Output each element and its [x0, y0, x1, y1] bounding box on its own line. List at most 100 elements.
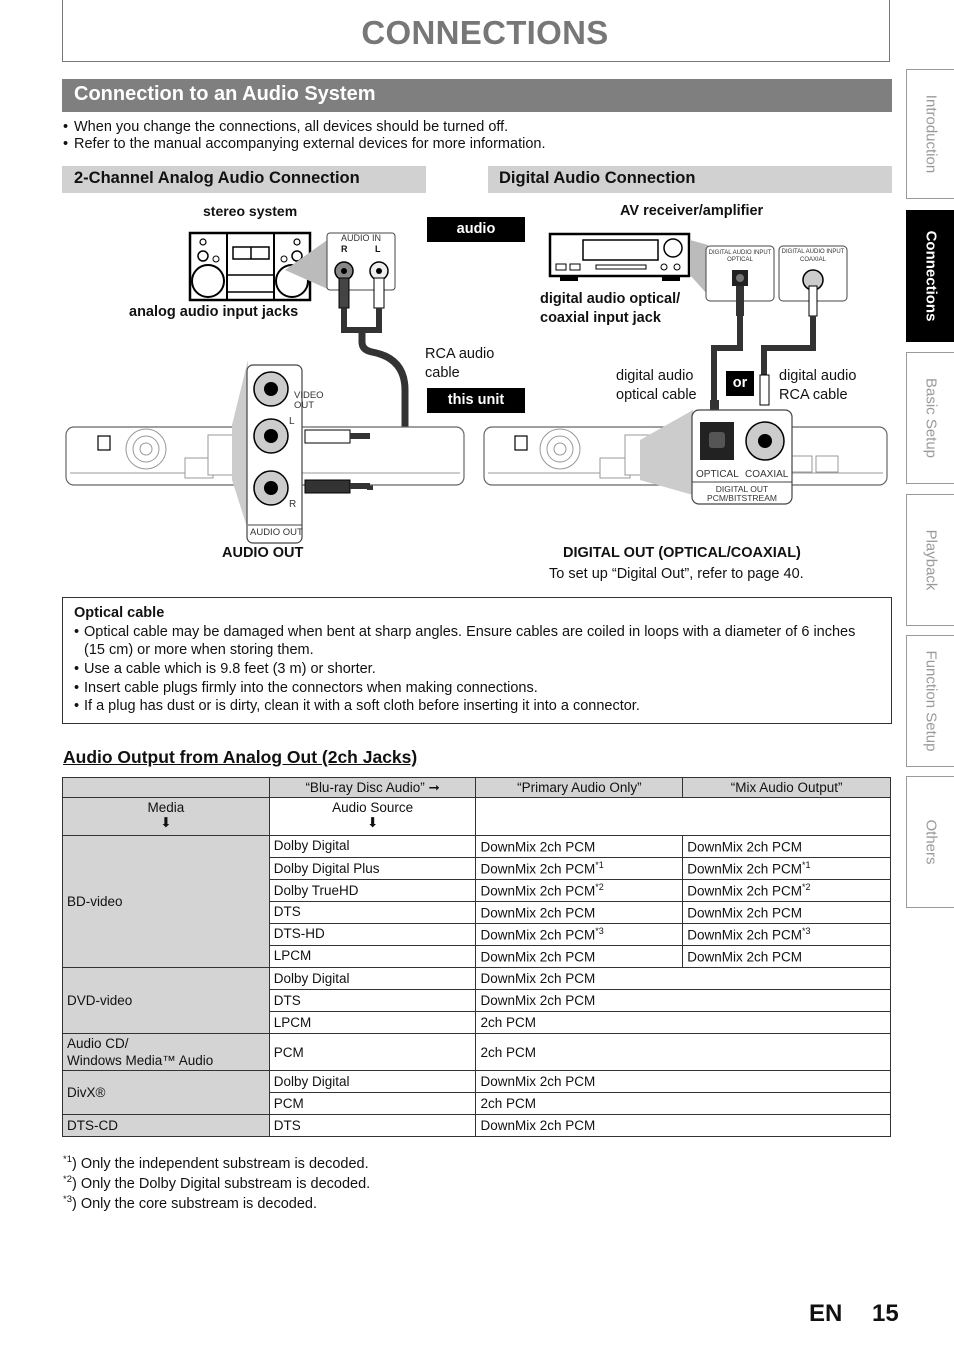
optical-note-item: • Use a cable which is 9.8 feet (3 m) or … — [74, 660, 874, 678]
down-arrow-icon: ⬇ — [160, 815, 172, 830]
panel-coaxial-label: COAXIAL — [745, 469, 789, 480]
output-cell: DownMix 2ch PCM — [475, 1114, 891, 1137]
optical-note-text: Optical cable may be damaged when bent a… — [84, 624, 856, 658]
language-code: EN — [809, 1300, 843, 1327]
source-cell: LPCM — [268, 945, 477, 968]
mix-cell: DownMix 2ch PCM*3 — [682, 923, 891, 946]
source-header: Audio Source ⬇ — [268, 797, 477, 836]
panel-digital-out-label: DIGITAL OUT PCM/BITSTREAM — [692, 485, 792, 503]
source-cell: PCM — [268, 1092, 477, 1115]
side-tab-label: Basic Setup — [922, 377, 939, 459]
output-cell: DownMix 2ch PCM — [475, 989, 891, 1012]
optical-note-text: Insert cable plugs firmly into the conne… — [84, 680, 538, 696]
digital-out-note: To set up “Digital Out”, refer to page 4… — [549, 566, 804, 582]
digital-out-label: DIGITAL OUT (OPTICAL/COAXIAL) — [563, 545, 801, 561]
subheader-blank — [475, 797, 891, 836]
side-tab-others[interactable]: Others — [906, 776, 954, 908]
media-header-text: Media — [147, 800, 185, 815]
primary-text: DownMix 2ch PCM — [480, 949, 596, 965]
optical-note-item: • Insert cable plugs firmly into the conn… — [74, 679, 874, 697]
video-out-line: OUT — [294, 400, 315, 411]
r-label: R — [341, 244, 348, 254]
source-cell: Dolby Digital — [268, 835, 477, 858]
side-tab-playback[interactable]: Playback — [906, 494, 954, 626]
primary-text: DownMix 2ch PCM — [480, 839, 596, 855]
footnote-mark: *1 — [63, 1154, 72, 1165]
primary-cell: DownMix 2ch PCM*3 — [475, 923, 684, 946]
page-title: CONNECTIONS — [361, 14, 609, 51]
stereo-system-label: stereo system — [203, 203, 298, 219]
output-cell: DownMix 2ch PCM — [475, 1070, 891, 1093]
video-out-label: VIDEO OUT — [294, 391, 324, 411]
side-tab-basic-setup[interactable]: Basic Setup — [906, 352, 954, 484]
side-tab-label: Others — [922, 819, 939, 865]
audio-out-label: AUDIO OUT — [222, 545, 304, 561]
mix-cell: DownMix 2ch PCM*2 — [682, 879, 891, 902]
side-tab-introduction[interactable]: Introduction — [906, 69, 954, 199]
media-cell: DTS-CD — [62, 1114, 270, 1137]
mix-cell: DownMix 2ch PCM — [682, 835, 891, 858]
mix-text: DownMix 2ch PCM — [687, 927, 803, 943]
digital-title: Digital Audio Connection — [499, 169, 696, 187]
table-subheader-row: Media ⬇ Audio Source ⬇ — [62, 797, 891, 836]
output-cell: 2ch PCM — [475, 1033, 891, 1071]
panel-optical-label: OPTICAL — [696, 469, 739, 480]
primary-text: DownMix 2ch PCM — [480, 883, 596, 899]
mix-cell: DownMix 2ch PCM — [682, 901, 891, 924]
media-header: Media ⬇ — [62, 797, 270, 836]
coaxial-input-label: DIGITAL AUDIO INPUT COAXIAL — [781, 248, 845, 264]
output-cell: 2ch PCM — [475, 1092, 891, 1115]
footnote-text: ) Only the core substream is decoded. — [71, 1195, 317, 1212]
analog-jack-label: analog audio input jacks — [129, 304, 299, 320]
footnote-mark: *2 — [802, 882, 811, 893]
output-cell: DownMix 2ch PCM — [475, 967, 891, 990]
header-primary: “Primary Audio Only” — [475, 777, 684, 798]
rca-cable-label-line: RCA audio — [425, 346, 495, 362]
l-label: L — [375, 244, 381, 254]
optical-note-item: • If a plug has dust or is dirty, clean i… — [74, 697, 874, 715]
footnote: *3) Only the core substream is decoded. — [63, 1190, 317, 1214]
primary-cell: DownMix 2ch PCM — [475, 945, 684, 968]
rca-digital-cable-line: RCA cable — [779, 387, 848, 403]
optical-note-title: Optical cable — [74, 605, 165, 621]
source-cell: Dolby Digital — [268, 1070, 477, 1093]
primary-text: DownMix 2ch PCM — [480, 905, 596, 921]
footnote-mark: *1 — [802, 860, 811, 871]
footnote-mark: *2 — [595, 882, 604, 893]
panel-digital-out-line: PCM/BITSTREAM — [707, 493, 777, 503]
media-cell: DivX® — [62, 1070, 270, 1115]
rca-cable-label: RCA audio cable — [425, 345, 494, 383]
footnote-mark: *3 — [802, 926, 811, 937]
source-cell: DTS — [268, 901, 477, 924]
source-header-text: Audio Source — [332, 800, 414, 815]
table-row: Audio CD/ Windows Media™ Audio PCM 2ch P… — [62, 1033, 891, 1071]
side-tab-function-setup[interactable]: Function Setup — [906, 635, 954, 767]
rca-digital-cable-line: digital audio — [779, 368, 857, 384]
source-cell: PCM — [268, 1033, 477, 1071]
source-cell: DTS — [268, 989, 477, 1012]
table-row: BD-video Dolby Digital DownMix 2ch PCM D… — [62, 835, 891, 968]
primary-text: DownMix 2ch PCM — [480, 927, 596, 943]
primary-cell: DownMix 2ch PCM*2 — [475, 879, 684, 902]
mix-cell: DownMix 2ch PCM*1 — [682, 857, 891, 880]
table-row: DTS-CD DTS DownMix 2ch PCM — [62, 1114, 891, 1137]
down-arrow-icon: ⬇ — [366, 815, 379, 830]
source-cell: Dolby Digital Plus — [268, 857, 477, 880]
optical-input-line: DIGITAL AUDIO INPUT — [708, 250, 772, 256]
panel-l-label: L — [289, 416, 295, 427]
digital-jack-label: digital audio optical/ coaxial input jac… — [540, 290, 680, 328]
panel-audio-out-label: AUDIO OUT — [250, 527, 303, 538]
mix-text: DownMix 2ch PCM — [687, 905, 803, 921]
audio-in-label: AUDIO IN — [341, 233, 382, 243]
side-tab-connections[interactable]: Connections — [906, 210, 954, 342]
primary-cell: DownMix 2ch PCM — [475, 901, 684, 924]
footnote-mark: *2 — [63, 1174, 72, 1185]
coaxial-input-line: COAXIAL — [799, 257, 826, 263]
audio-output-table: “Blu-ray Disc Audio” ➞ “Primary Audio On… — [62, 777, 891, 1137]
media-cell: BD-video — [62, 835, 270, 968]
header-mix: “Mix Audio Output” — [682, 777, 891, 798]
coaxial-input-line: DIGITAL AUDIO INPUT — [781, 249, 845, 255]
table-row: DivX® Dolby Digital DownMix 2ch PCM — [62, 1070, 891, 1115]
source-cell: DTS — [268, 1114, 477, 1137]
mix-text: DownMix 2ch PCM — [687, 839, 803, 855]
